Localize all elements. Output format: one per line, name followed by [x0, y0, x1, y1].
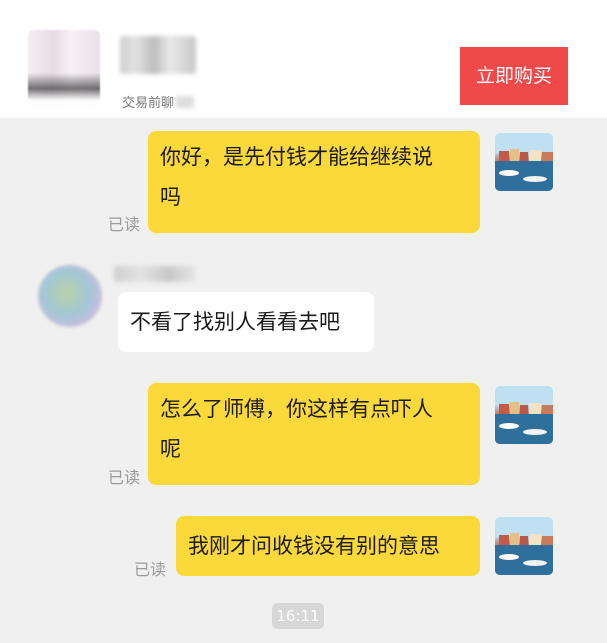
chat-bubble-self[interactable]: 我刚才问收钱没有别的意思	[176, 516, 480, 576]
read-receipt: 已读	[108, 215, 141, 234]
chat-header: 交易前聊 立即购买	[0, 0, 607, 118]
redacted-text	[176, 96, 195, 108]
contact-name-redacted	[114, 266, 196, 282]
message-text-line: 吗	[160, 185, 181, 209]
trade-status-label: 交易前聊	[122, 96, 175, 111]
message-text-line: 呢	[160, 437, 181, 461]
message-text: 不看了找别人看看去吧	[130, 310, 340, 334]
self-avatar[interactable]	[495, 517, 553, 575]
message-timestamp: 16:11	[272, 603, 324, 629]
chat-bubble-other[interactable]: 不看了找别人看看去吧	[118, 292, 374, 352]
message-text-line: 你好，是先付钱才能给继续说	[160, 145, 433, 169]
chat-bubble-self[interactable]: 你好，是先付钱才能给继续说 吗	[148, 131, 480, 233]
read-receipt: 已读	[108, 468, 141, 487]
read-receipt: 已读	[134, 560, 167, 579]
trade-status: 交易前聊	[122, 92, 195, 111]
buy-now-button[interactable]: 立即购买	[460, 47, 568, 105]
chat-bubble-self[interactable]: 怎么了师傅，你这样有点吓人 呢	[148, 383, 480, 485]
message-text-line: 怎么了师傅，你这样有点吓人	[160, 397, 433, 421]
self-avatar[interactable]	[495, 386, 553, 444]
product-title-redacted	[120, 36, 196, 74]
self-avatar[interactable]	[495, 133, 553, 191]
product-thumbnail[interactable]	[28, 30, 100, 108]
message-text: 我刚才问收钱没有别的意思	[188, 534, 440, 558]
contact-avatar[interactable]	[38, 265, 102, 327]
